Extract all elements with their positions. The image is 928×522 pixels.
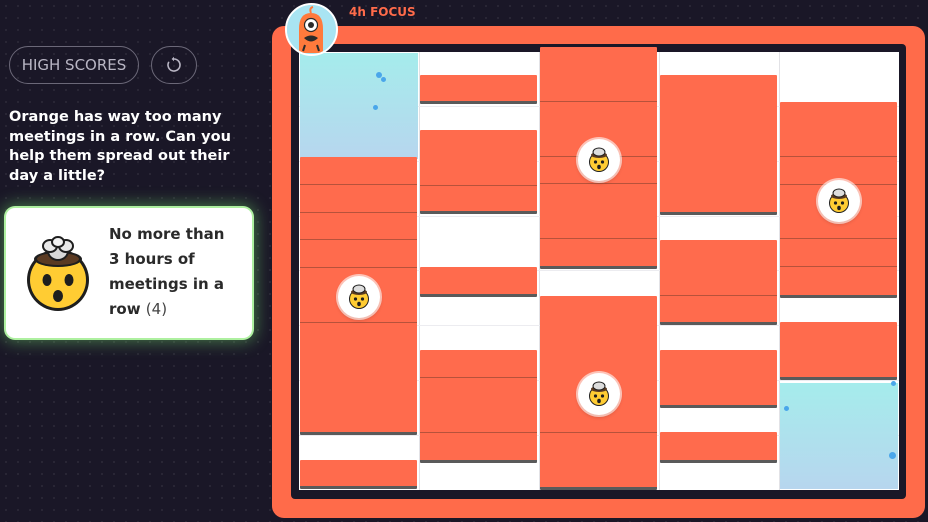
puzzle-description: Orange has way too many meetings in a ro… (9, 109, 231, 184)
focus-bubble (889, 452, 896, 459)
meeting-divider (300, 239, 417, 240)
meeting-block[interactable] (660, 240, 777, 325)
orange-one-eyed-monster-avatar-icon (285, 3, 338, 56)
mind-blown-emoji-icon (349, 284, 369, 309)
rule-text: No more than 3 hours of meetings in a ro… (109, 222, 239, 322)
meeting-divider (300, 184, 417, 185)
stress-marker (578, 139, 620, 181)
meeting-divider (660, 295, 777, 296)
meeting-divider (300, 212, 417, 213)
meeting-divider (780, 266, 897, 267)
meeting-block[interactable] (780, 322, 897, 380)
focus-hours-label: 4h FOCUS (349, 5, 416, 19)
meeting-divider (540, 432, 657, 433)
restart-button[interactable] (151, 46, 197, 84)
mind-blown-emoji-icon (27, 236, 89, 311)
rule-card: No more than 3 hours of meetings in a ro… (6, 208, 252, 338)
focus-block[interactable] (300, 53, 418, 159)
meeting-divider (300, 267, 417, 268)
stress-marker (338, 276, 380, 318)
mind-blown-emoji-icon (829, 188, 849, 213)
meeting-block[interactable] (660, 432, 777, 463)
focus-bubble (784, 406, 789, 411)
restart-icon (167, 56, 181, 72)
meeting-divider (540, 101, 657, 102)
mind-blown-emoji-icon (589, 147, 609, 172)
meeting-divider (780, 238, 897, 239)
meeting-divider (300, 322, 417, 323)
meeting-block[interactable] (420, 75, 537, 104)
meeting-block[interactable] (420, 130, 537, 214)
meeting-block[interactable] (420, 267, 537, 297)
meeting-block[interactable] (300, 460, 417, 489)
meeting-block[interactable] (660, 350, 777, 408)
meeting-block[interactable] (660, 75, 777, 215)
focus-bubble (373, 105, 378, 110)
meeting-divider (420, 185, 537, 186)
focus-bubble (891, 381, 896, 386)
mind-blown-emoji-icon (589, 381, 609, 406)
focus-bubble (381, 77, 386, 82)
focus-block[interactable] (780, 383, 898, 489)
stress-marker (578, 373, 620, 415)
high-scores-button[interactable]: HIGH SCORES (9, 46, 139, 84)
meeting-divider (780, 156, 897, 157)
meeting-divider (420, 432, 537, 433)
meeting-block[interactable] (420, 350, 537, 463)
meeting-divider (540, 238, 657, 239)
rule-count: (4) (145, 300, 168, 318)
meeting-divider (420, 377, 537, 378)
stress-marker (818, 180, 860, 222)
meeting-divider (540, 183, 657, 184)
